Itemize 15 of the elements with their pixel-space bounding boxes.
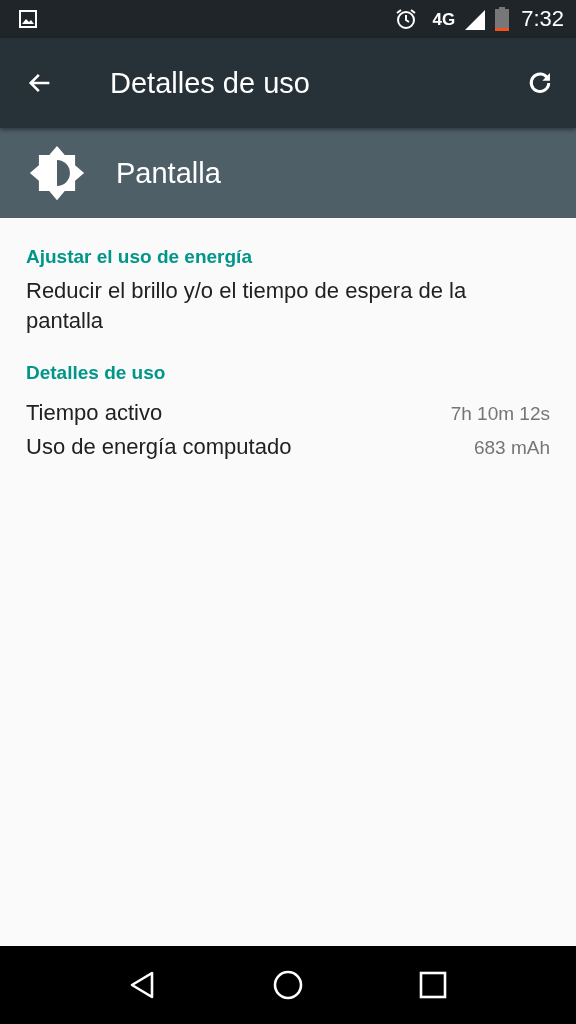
section-title: Ajustar el uso de energía (26, 246, 253, 268)
app-bar-title: Detalles de uso (110, 66, 311, 100)
image-icon (18, 9, 38, 29)
clock-time: 7:32 (521, 6, 564, 32)
detail-label: Tiempo activo (26, 400, 163, 426)
preference-item[interactable]: Reducir el brillo y/o el tiempo de espera de la pantalla (26, 276, 550, 336)
detail-value: 7h 10m 12s (450, 403, 550, 425)
square-icon (418, 970, 449, 1000)
battery-icon (495, 7, 510, 31)
detail-label: Uso de energía computado (26, 434, 292, 460)
section-title: Detalles de uso (26, 362, 167, 384)
network-type: 4G (432, 10, 456, 30)
app-name: Pantalla (116, 156, 221, 190)
circle-icon (273, 970, 303, 1000)
detail-value: 683 mAh (473, 437, 550, 459)
